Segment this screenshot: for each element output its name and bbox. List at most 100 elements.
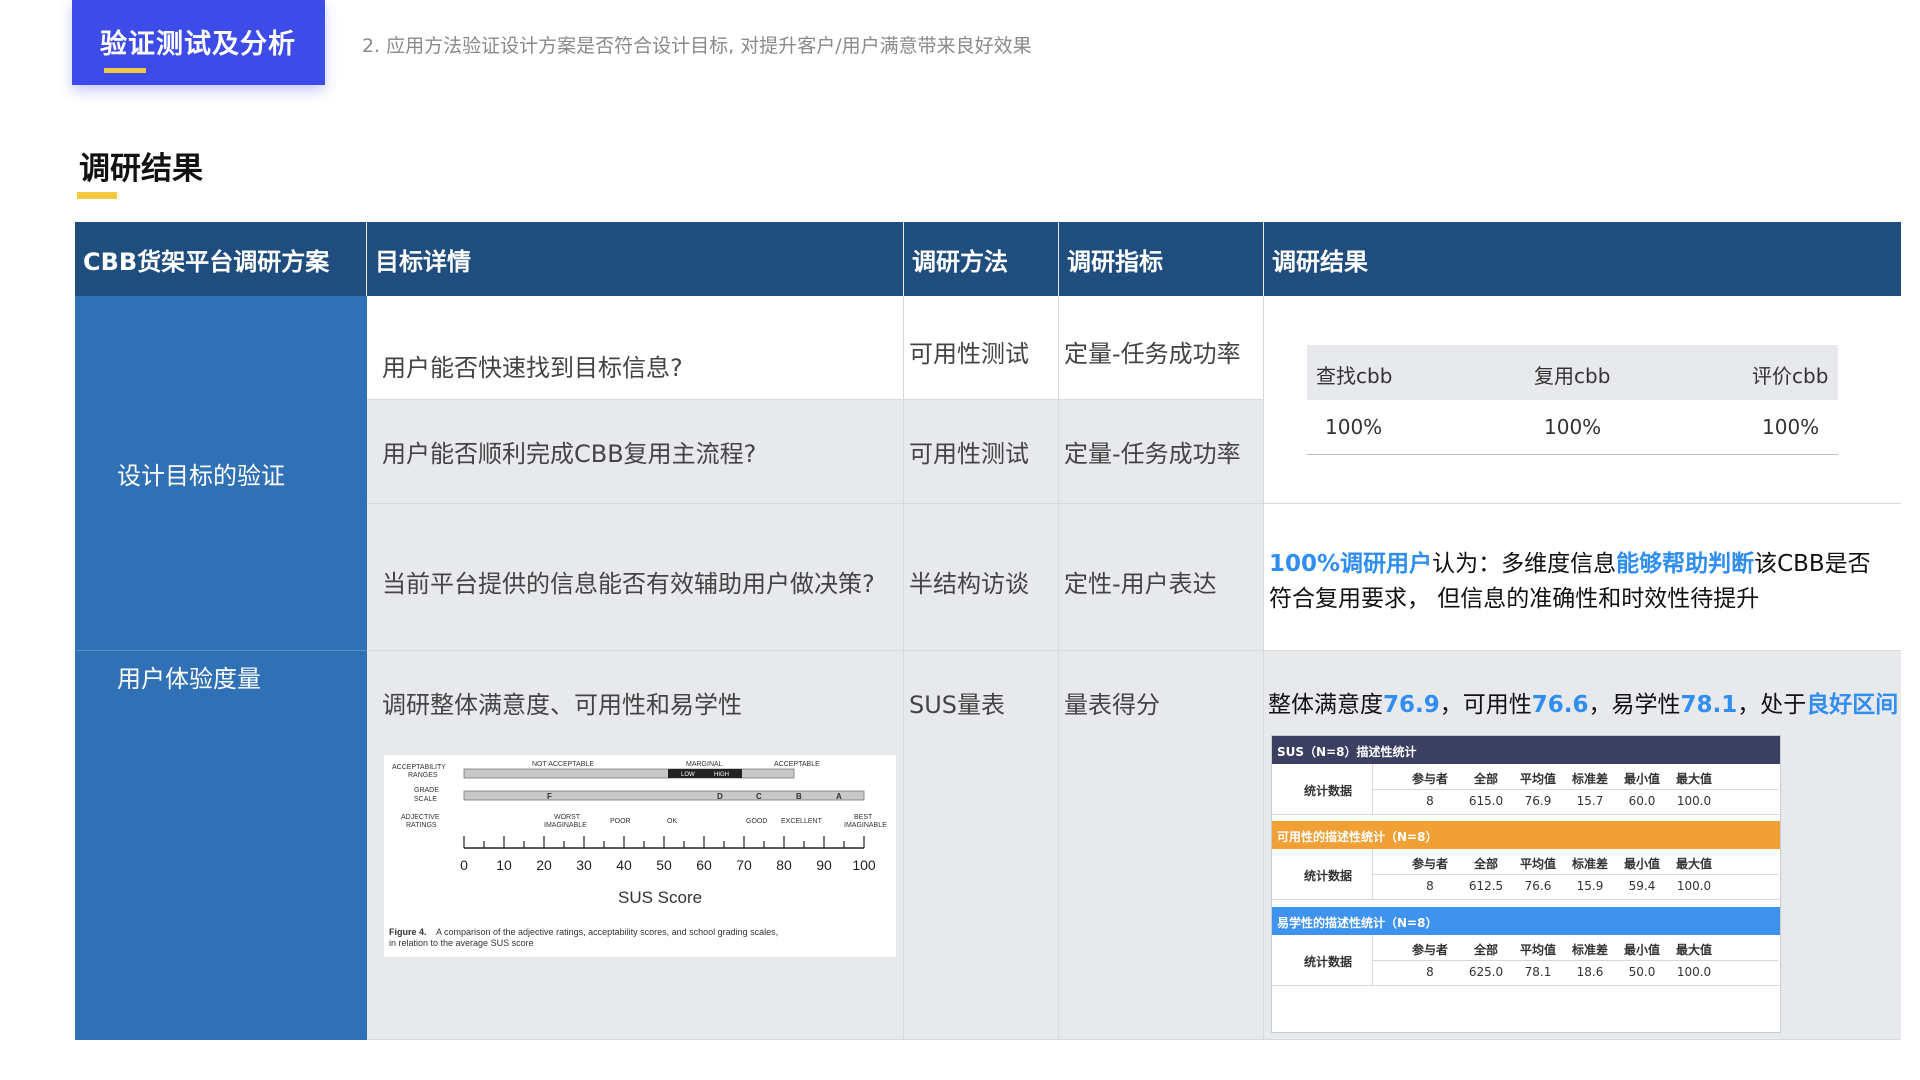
stats-panel-title: 可用性的描述性统计（N=8） [1272, 821, 1780, 849]
stats-value: 15.7 [1576, 794, 1604, 808]
sus-tick-label: 60 [696, 857, 712, 873]
stats-divider [1372, 935, 1373, 985]
stats-col-header: 平均值 [1519, 857, 1556, 871]
stats-divider [1372, 789, 1778, 790]
highlight-text: 能够帮助判断 [1616, 551, 1755, 577]
table-cell: 半结构访谈 [904, 504, 1059, 651]
category-label: 设计目标的验证 [117, 462, 285, 490]
sus-tick-label: 40 [616, 857, 632, 873]
stats-col-header: 最小值 [1623, 772, 1660, 786]
header-result: 调研结果 [1264, 222, 1901, 296]
stats-col-header: 标准差 [1571, 772, 1608, 786]
stats-value: 78.1 [1524, 965, 1552, 979]
range-label: RANGES [408, 772, 438, 779]
interview-result-cell: 100%调研用户认为：多维度信息能够帮助判断该CBB是否 符合复用要求， 但信息… [1264, 504, 1901, 651]
sus-axis-ticks: 0 10 20 30 40 50 60 70 80 90 100 [460, 836, 876, 873]
result-text: ，处于 [1737, 692, 1807, 718]
category-label: 用户体验度量 [117, 665, 261, 693]
table-cell: 当前平台提供的信息能否有效辅助用户做决策? [367, 504, 904, 651]
stats-divider [1372, 960, 1778, 961]
stats-value: 76.6 [1524, 879, 1552, 893]
sus-scale-graphic: ACCEPTABILITY RANGES NOT ACCEPTABLE MARG… [389, 761, 887, 948]
header-plan: CBB货架平台调研方案 [75, 222, 367, 296]
range-label: ACCEPTABLE [774, 761, 820, 768]
metric-text: 量表得分 [1064, 691, 1160, 719]
stats-value: 100.0 [1676, 794, 1712, 808]
success-value: 100% [1762, 415, 1820, 439]
stats-divider [1372, 874, 1778, 875]
stats-value: 8 [1426, 794, 1434, 808]
interview-result-line2: 符合复用要求， 但信息的准确性和时效性待提升 [1269, 586, 1760, 612]
table-cell: 用户能否顺利完成CBB复用主流程? [367, 400, 904, 504]
stats-col-header: 平均值 [1519, 943, 1556, 957]
sus-tick-label: 10 [496, 857, 512, 873]
stats-value: 615.0 [1468, 794, 1504, 808]
range-label: HIGH [714, 772, 729, 778]
grade-letter: F [547, 792, 552, 801]
grade-label: GRADE [414, 787, 439, 794]
method-text: 半结构访谈 [909, 570, 1029, 598]
stats-value: 8 [1426, 879, 1434, 893]
highlight-value: 良好区间 [1806, 692, 1899, 718]
highlight-value: 76.6 [1531, 692, 1589, 718]
adjective-label: GOOD [746, 818, 767, 825]
highlight-value: 78.1 [1680, 692, 1738, 718]
success-col-find: 查找cbb [1316, 364, 1393, 388]
adjective-label: BEST [854, 814, 873, 821]
stats-divider [1372, 849, 1373, 899]
stats-col-header: 平均值 [1519, 772, 1556, 786]
stats-divider [1272, 814, 1780, 815]
stats-panel-grid: 统计数据 参与者 8 全部 612.5 平均值 76.6 标准差 15.9 最小值 59.4 最大值 1… [1272, 849, 1780, 905]
stats-row-label: 统计数据 [1304, 869, 1353, 883]
interview-result-line1: 100%调研用户认为：多维度信息能够帮助判断该CBB是否 [1269, 544, 1871, 578]
grade-label: SCALE [414, 796, 437, 803]
stats-col-header: 全部 [1473, 943, 1498, 957]
metric-text: 定量-任务成功率 [1064, 340, 1241, 368]
goal-text: 用户能否顺利完成CBB复用主流程? [382, 440, 757, 468]
adjective-label: EXCELLENT [781, 818, 823, 825]
stats-value: 612.5 [1468, 879, 1504, 893]
stats-value: 50.0 [1628, 965, 1656, 979]
method-text: 可用性测试 [909, 340, 1029, 368]
table-cell: 用户能否快速找到目标信息? [367, 296, 904, 400]
grade-bar [463, 790, 865, 801]
result-text: ，可用性 [1439, 692, 1532, 718]
figure-caption-label: Figure 4. [389, 927, 427, 937]
stats-divider [1372, 764, 1373, 814]
table-cell: 可用性测试 [904, 296, 1059, 400]
adjective-label: IMAGINABLE [544, 822, 587, 829]
sus-tick-label: 80 [776, 857, 792, 873]
table-cell: 定量-任务成功率 [1059, 296, 1264, 400]
goal-text: 调研整体满意度、可用性和易学性 [382, 691, 742, 719]
goal-text: 当前平台提供的信息能否有效辅助用户做决策? [382, 570, 875, 598]
table-cell: 量表得分 [1059, 651, 1264, 1040]
highlight-text: 100%调研用户 [1269, 551, 1433, 577]
stats-col-header: 标准差 [1571, 943, 1608, 957]
stats-panel-title: SUS（N=8）描述性统计 [1272, 736, 1780, 764]
section-tag-underline [104, 68, 146, 73]
result-text: 该CBB是否 [1754, 551, 1871, 577]
table-cell: 定量-任务成功率 [1059, 400, 1264, 504]
method-text: 可用性测试 [909, 440, 1029, 468]
stats-value: 18.6 [1576, 965, 1604, 979]
stats-row-label: 统计数据 [1304, 955, 1353, 969]
result-text: ，易学性 [1588, 692, 1681, 718]
section-title-underline [77, 192, 117, 199]
success-rate-row: 100% 100% 100% [1307, 400, 1838, 455]
result-text: 认为：多维度信息 [1432, 551, 1617, 577]
stats-col-header: 最小值 [1623, 943, 1660, 957]
method-text: SUS量表 [909, 691, 1006, 719]
table-cell: 定性-用户表达 [1059, 504, 1264, 651]
section-tag: 验证测试及分析 [72, 0, 325, 85]
success-col-reuse: 复用cbb [1534, 364, 1611, 388]
sus-axis-title: SUS Score [618, 888, 702, 907]
success-value: 100% [1544, 415, 1602, 439]
sus-result-line: 整体满意度76.9，可用性76.6，易学性78.1，处于良好区间 [1268, 685, 1898, 719]
stats-col-header: 全部 [1473, 772, 1498, 786]
result-text: 整体满意度 [1268, 692, 1383, 718]
stats-col-header: 最大值 [1675, 943, 1712, 957]
figure-caption: in relation to the average SUS score [389, 938, 534, 948]
header-method: 调研方法 [904, 222, 1059, 296]
sus-tick-label: 90 [816, 857, 832, 873]
stats-panel-grid: 统计数据 参与者 8 全部 625.0 平均值 78.1 标准差 18.6 最小值 50.0 最大值 1… [1272, 935, 1780, 991]
